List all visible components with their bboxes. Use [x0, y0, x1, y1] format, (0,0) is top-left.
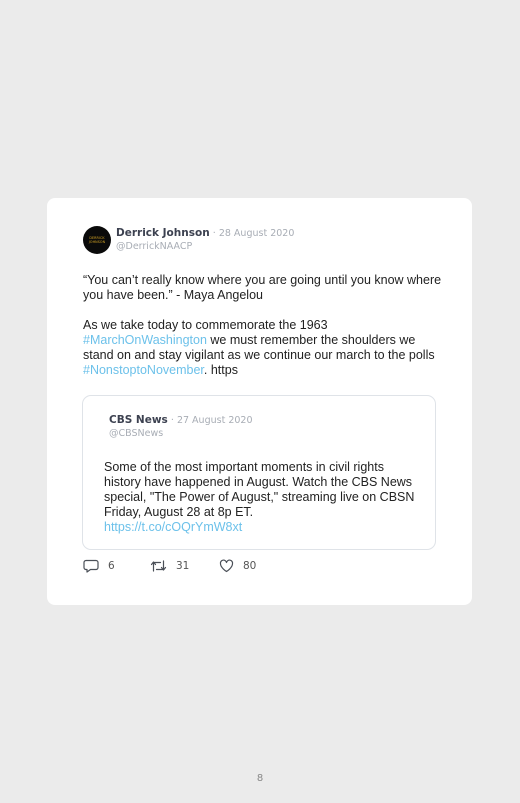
hashtag-nonstop-to-november[interactable]: #NonstoptoNovember: [83, 363, 204, 377]
quoted-date[interactable]: 27 August 2020: [177, 415, 253, 426]
retweet-button[interactable]: 31: [150, 559, 189, 573]
retweet-count: 31: [176, 560, 190, 572]
tweet-paragraph-1: “You can’t really know where you are goi…: [83, 273, 442, 302]
page-number: 8: [256, 773, 264, 784]
avatar[interactable]: DERRICK JOHNSON: [83, 226, 111, 254]
author-name[interactable]: Derrick Johnson: [116, 227, 210, 239]
quoted-tweet[interactable]: CBS News · 27 August 2020 @CBSNews Some …: [82, 395, 436, 550]
reply-count: 6: [108, 560, 115, 572]
tweet-body: “You can’t really know where you are goi…: [83, 273, 448, 378]
tweet-text-segment: . https: [203, 363, 238, 377]
retweet-icon: [150, 559, 167, 573]
tweet-card: DERRICK JOHNSON Derrick Johnson · 28 Aug…: [47, 198, 472, 605]
quoted-handle[interactable]: @CBSNews: [109, 428, 163, 439]
tweet-paragraph-2: As we take today to commemorate the 1963…: [83, 318, 448, 378]
author-handle[interactable]: @DerrickNAACP: [116, 241, 192, 252]
tweet-author-line: Derrick Johnson · 28 August 2020: [116, 227, 294, 240]
avatar-text: DERRICK JOHNSON: [88, 236, 106, 244]
like-button[interactable]: 80: [219, 559, 256, 573]
quoted-author-name[interactable]: CBS News: [109, 414, 168, 426]
hashtag-march-on-washington[interactable]: #MarchOnWashington: [83, 333, 207, 347]
reply-button[interactable]: 6: [83, 559, 115, 573]
separator: ·: [170, 415, 174, 426]
quoted-body: Some of the most important moments in ci…: [104, 460, 424, 535]
separator: ·: [212, 228, 216, 239]
reply-icon: [83, 559, 99, 573]
heart-icon: [219, 559, 234, 573]
tweet-text-segment: As we take today to commemorate the 1963: [83, 318, 328, 332]
like-count: 80: [243, 560, 257, 572]
quoted-text: Some of the most important moments in ci…: [104, 460, 415, 519]
quoted-link[interactable]: https://t.co/cOQrYmW8xt: [104, 520, 242, 534]
quoted-author-line: CBS News · 27 August 2020: [109, 414, 253, 427]
tweet-date[interactable]: 28 August 2020: [219, 228, 295, 239]
